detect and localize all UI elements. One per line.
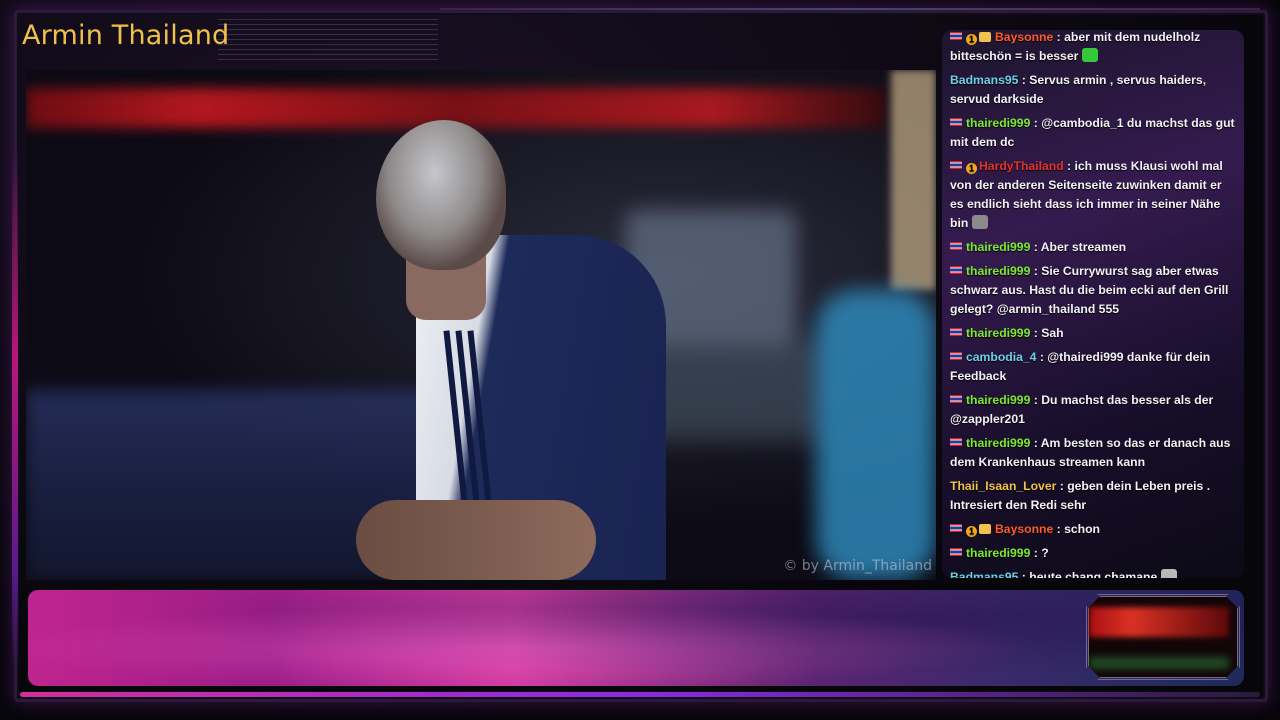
outer-frame-border <box>14 10 1268 702</box>
bottom-glow-decor <box>20 692 1260 697</box>
stream-overlay: Armin Thailand © by Armin_Thailand 1 Bays… <box>0 0 1280 720</box>
left-glow-decor <box>12 150 18 670</box>
